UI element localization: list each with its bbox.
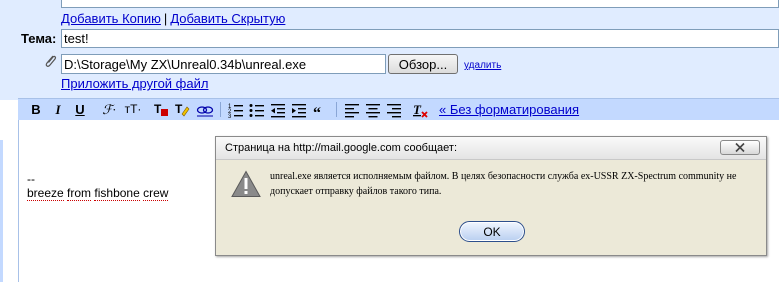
bold-button[interactable]: B <box>30 101 42 118</box>
warning-icon <box>231 170 261 197</box>
bulleted-list-icon[interactable] <box>249 101 265 118</box>
signature-word: crew <box>143 186 169 201</box>
file-path-input[interactable] <box>61 54 386 74</box>
signature-line: breeze from fishbone crew <box>27 186 169 201</box>
highlight-color-icon[interactable]: T <box>174 101 190 118</box>
recipient-field[interactable] <box>61 0 779 8</box>
svg-text:3: 3 <box>228 114 232 118</box>
align-left-icon[interactable] <box>344 101 360 118</box>
outdent-icon[interactable] <box>270 101 286 118</box>
dialog-message: unreal.exe является исполняемым файлом. … <box>270 171 737 197</box>
close-icon <box>735 142 745 153</box>
underline-button[interactable]: U <box>73 101 87 118</box>
subject-label: Тема: <box>21 31 57 46</box>
indent-icon[interactable] <box>291 101 307 118</box>
plain-text-link[interactable]: « Без форматирования <box>439 101 579 118</box>
svg-text:T: T <box>413 102 422 117</box>
add-bcc-link[interactable]: Добавить Скрытую <box>170 11 285 26</box>
browse-button[interactable]: Обзор... <box>388 54 458 74</box>
subject-input[interactable] <box>61 29 779 48</box>
close-button[interactable] <box>720 140 760 155</box>
cc-links: Добавить Копию | Добавить Скрытую <box>61 11 285 26</box>
svg-text:T: T <box>154 102 162 116</box>
paperclip-icon <box>45 55 57 67</box>
formatting-toolbar: B I U ℱ· тT· T T 1 2 3 “ T « Без формати… <box>18 98 779 120</box>
alert-dialog: Страница на http://mail.google.com сообщ… <box>215 136 767 256</box>
font-button[interactable]: ℱ· <box>100 101 118 118</box>
ok-button[interactable]: OK <box>459 221 525 242</box>
signature-word: fishbone <box>94 186 140 201</box>
signature-dashes: -- <box>27 172 35 186</box>
svg-text:“: “ <box>313 105 321 118</box>
text-color-icon[interactable]: T <box>153 101 169 118</box>
link-icon[interactable] <box>196 101 214 118</box>
align-right-icon[interactable] <box>386 101 402 118</box>
remove-formatting-icon[interactable]: T <box>413 101 429 118</box>
numbered-list-icon[interactable]: 1 2 3 <box>228 101 244 118</box>
align-center-icon[interactable] <box>365 101 381 118</box>
quote-icon[interactable]: “ <box>312 101 328 118</box>
left-strip <box>0 140 3 282</box>
font-size-button[interactable]: тT· <box>122 101 144 118</box>
separator: | <box>163 11 168 26</box>
compose-header: Добавить Копию|Добавить Скрытую Тема: Об… <box>0 0 779 100</box>
italic-button[interactable]: I <box>52 101 64 118</box>
signature-word: breeze <box>27 186 64 201</box>
dialog-title: Страница на http://mail.google.com сообщ… <box>225 142 457 154</box>
attach-another-file-link[interactable]: Приложить другой файл <box>61 76 208 91</box>
remove-attachment-link[interactable]: удалить <box>464 60 501 71</box>
dialog-titlebar[interactable]: Страница на http://mail.google.com сообщ… <box>216 137 766 160</box>
add-cc-link[interactable]: Добавить Копию <box>61 11 161 26</box>
signature-word: from <box>67 186 92 201</box>
